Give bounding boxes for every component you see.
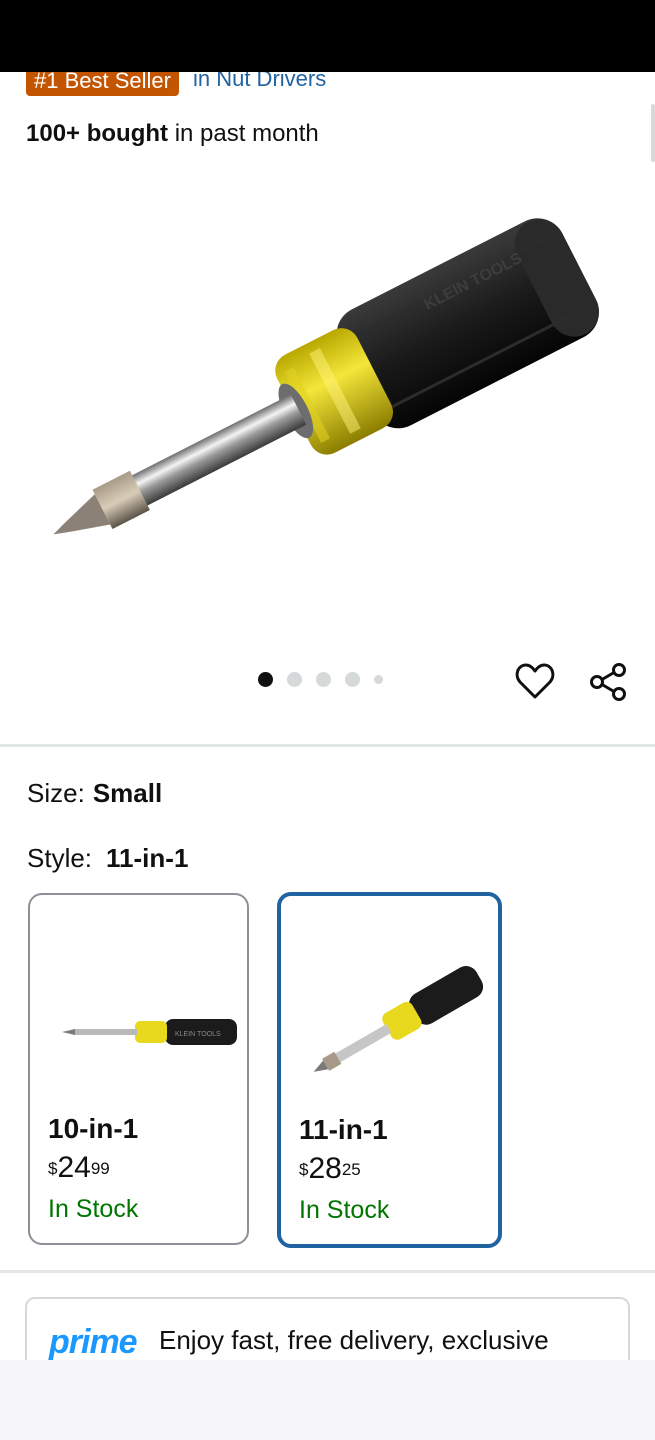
- best-seller-category-link[interactable]: in Nut Drivers: [193, 72, 326, 90]
- carousel-dot[interactable]: [345, 672, 360, 687]
- option-thumbnail: [313, 966, 484, 1072]
- product-image[interactable]: KLEIN TOOLS: [0, 160, 655, 630]
- price-symbol: $: [48, 1159, 58, 1178]
- bought-count: 100+ bought: [26, 120, 169, 147]
- carousel-dot[interactable]: [374, 675, 383, 684]
- size-value: Small: [92, 778, 163, 808]
- carousel-dot[interactable]: [258, 672, 273, 687]
- option-price: $2825: [299, 1154, 361, 1184]
- price-whole: 28: [308, 1152, 342, 1185]
- price-whole: 24: [57, 1151, 91, 1184]
- heart-icon: [515, 663, 555, 699]
- best-seller-row[interactable]: #1 Best Seller in Nut Drivers: [26, 72, 326, 98]
- prime-logo: prime: [49, 1323, 138, 1361]
- option-title: 10-in-1: [48, 1113, 139, 1144]
- style-value: 11-in-1: [106, 843, 189, 873]
- bought-suffix: in past month: [168, 120, 319, 147]
- stock-status: In Stock: [48, 1195, 139, 1223]
- status-bar: [0, 0, 655, 72]
- bought-in-past-month: 100+ bought in past month: [26, 120, 319, 148]
- carousel-dots[interactable]: [258, 672, 383, 687]
- size-label: Size:: [27, 778, 85, 808]
- option-thumbnail: KLEIN TOOLS: [62, 1019, 237, 1045]
- carousel-dot[interactable]: [287, 672, 302, 687]
- share-icon: [590, 663, 626, 701]
- size-selection: Size: Small: [27, 778, 162, 809]
- thumb-brand-text: KLEIN TOOLS: [175, 1031, 221, 1038]
- bottom-navigation-bar: [0, 1360, 655, 1440]
- section-divider: [0, 744, 655, 747]
- style-selection: Style: 11-in-1: [27, 843, 188, 874]
- wishlist-button[interactable]: [514, 660, 556, 702]
- price-fraction: 99: [90, 1159, 110, 1178]
- scroll-indicator: [651, 104, 655, 162]
- best-seller-badge[interactable]: #1 Best Seller: [26, 72, 179, 96]
- style-option-11-in-1[interactable]: 11-in-1 $2825 In Stock: [277, 892, 502, 1248]
- style-option-10-in-1[interactable]: KLEIN TOOLS 10-in-1 $2499 In Stock: [28, 893, 249, 1245]
- carousel-dot[interactable]: [316, 672, 331, 687]
- share-button[interactable]: [586, 660, 630, 704]
- stock-status: In Stock: [299, 1196, 390, 1224]
- price-fraction: 25: [341, 1160, 361, 1179]
- style-label: Style:: [27, 843, 93, 873]
- price-symbol: $: [299, 1160, 309, 1179]
- prime-promo-text: Enjoy fast, free delivery, exclusive: [159, 1325, 549, 1355]
- section-divider: [0, 1270, 655, 1273]
- option-price: $2499: [48, 1153, 110, 1183]
- option-title: 11-in-1: [299, 1114, 388, 1145]
